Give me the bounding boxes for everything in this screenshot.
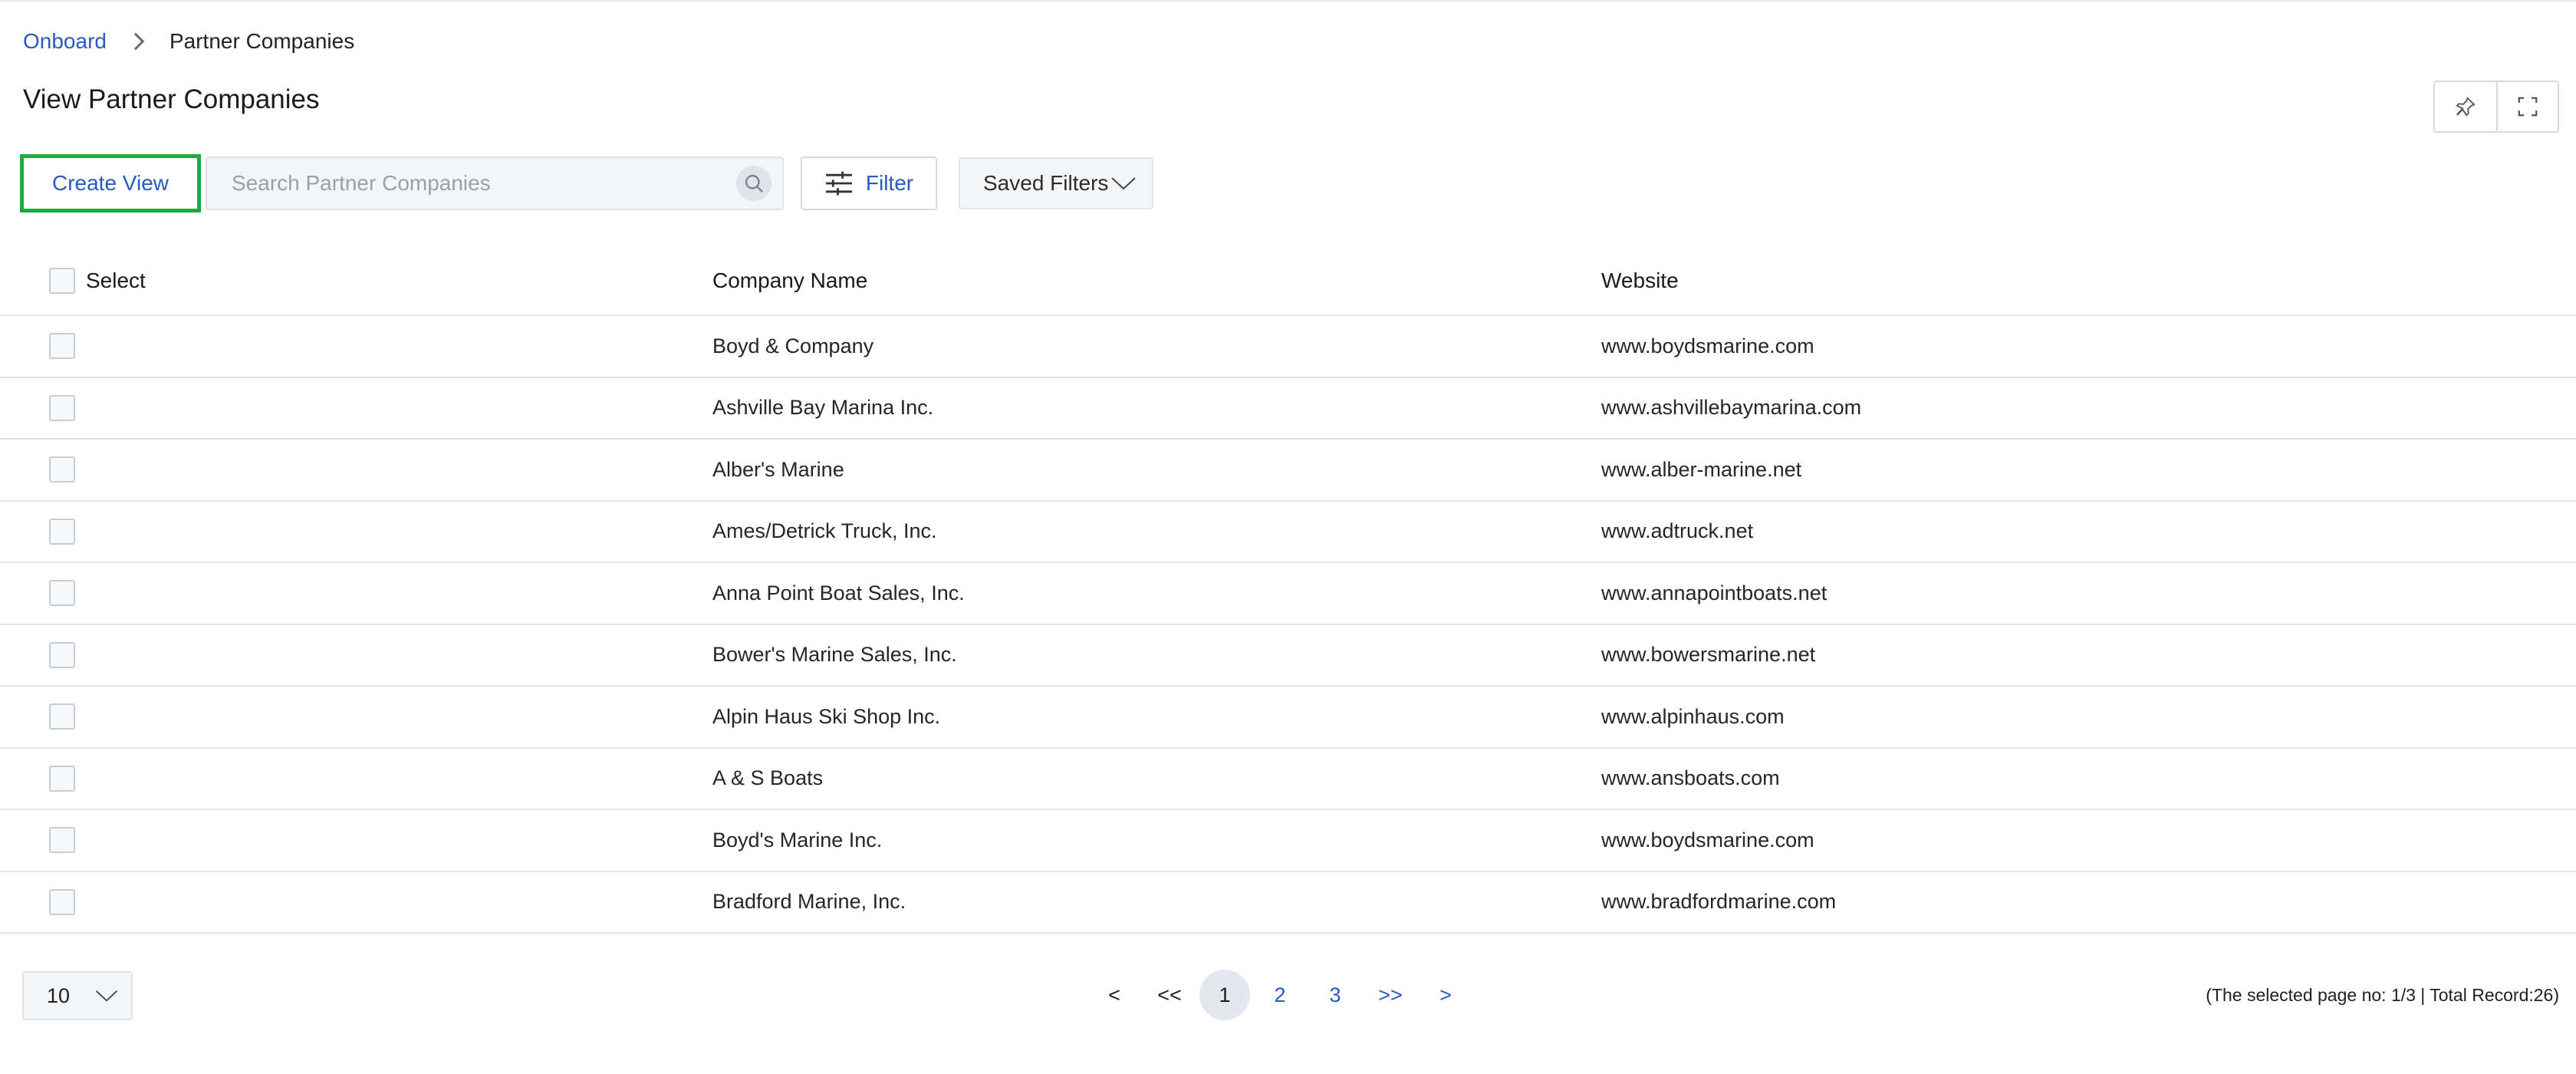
company-name-cell: Bower's Marine Sales, Inc.: [712, 643, 957, 667]
page: Onboard Partner Companies View Partner C…: [0, 0, 2576, 1074]
company-name-column-header[interactable]: Company Name: [712, 268, 867, 293]
sliders-icon: [825, 171, 852, 196]
breadcrumb: Onboard Partner Companies: [23, 26, 354, 57]
saved-filters-dropdown[interactable]: Saved Filters: [959, 157, 1153, 209]
website-cell: www.boydsmarine.com: [1601, 828, 1814, 852]
row-checkbox[interactable]: [49, 518, 75, 545]
company-name-cell: Ames/Detrick Truck, Inc.: [712, 519, 937, 543]
prev-page-button[interactable]: <: [1089, 970, 1140, 1020]
view-options-group: [2433, 81, 2559, 133]
website-cell: www.boydsmarine.com: [1601, 334, 1814, 357]
pin-icon: [2456, 97, 2476, 117]
table-row: Anna Point Boat Sales, Inc. www.annapoin…: [0, 563, 2576, 625]
pagination: < << 1 2 3 >> >: [1089, 968, 1476, 1022]
page-size-select[interactable]: 10: [22, 971, 133, 1020]
table-row: Boyd & Company www.boydsmarine.com: [0, 316, 2576, 378]
company-name-cell: Anna Point Boat Sales, Inc.: [712, 581, 965, 605]
select-all-checkbox[interactable]: [49, 268, 75, 294]
row-checkbox[interactable]: [49, 333, 75, 360]
company-name-cell: Boyd's Marine Inc.: [712, 828, 883, 852]
company-name-cell: Alber's Marine: [712, 457, 844, 481]
page-title: View Partner Companies: [23, 84, 320, 114]
chevron-right-icon: [127, 32, 145, 51]
website-cell: www.annapointboats.net: [1601, 581, 1828, 605]
website-cell: www.alber-marine.net: [1601, 457, 1802, 481]
website-cell: www.bradfordmarine.com: [1601, 890, 1837, 914]
website-cell: www.ansboats.com: [1601, 766, 1780, 790]
select-column-header: Select: [86, 268, 146, 292]
company-name-cell: Boyd & Company: [712, 334, 874, 357]
table-row: Ashville Bay Marina Inc. www.ashvillebay…: [0, 378, 2576, 440]
page-button-2[interactable]: 2: [1255, 970, 1305, 1020]
table-row: Alpin Haus Ski Shop Inc. www.alpinhaus.c…: [0, 687, 2576, 749]
filter-button-label: Filter: [865, 171, 914, 195]
website-cell: www.alpinhaus.com: [1601, 704, 1785, 728]
toolbar: Create View Filter Saved Filter: [20, 154, 1153, 212]
search-button[interactable]: [736, 166, 771, 201]
first-page-button[interactable]: <<: [1144, 970, 1195, 1020]
chevron-down-icon: [95, 990, 118, 1002]
search-box: [206, 156, 784, 210]
select-all-cell: Select: [49, 268, 146, 294]
row-checkbox[interactable]: [49, 888, 75, 915]
table-header-row: Select Company Name Website: [0, 247, 2576, 316]
breadcrumb-current: Partner Companies: [169, 29, 355, 53]
row-checkbox[interactable]: [49, 394, 75, 421]
create-view-button[interactable]: Create View: [20, 154, 201, 212]
filter-button[interactable]: Filter: [801, 156, 937, 210]
row-checkbox[interactable]: [49, 580, 75, 607]
table-row: Ames/Detrick Truck, Inc. www.adtruck.net: [0, 502, 2576, 563]
website-cell: www.bowersmarine.net: [1601, 643, 1816, 667]
website-column-header[interactable]: Website: [1601, 268, 1679, 293]
page-size-value: 10: [47, 983, 71, 1007]
breadcrumb-onboard-link[interactable]: Onboard: [23, 29, 107, 54]
website-cell: www.adtruck.net: [1601, 519, 1754, 543]
table-row: A & S Boats www.ansboats.com: [0, 749, 2576, 810]
pagination-status: (The selected page no: 1/3 | Total Recor…: [2206, 985, 2559, 1005]
table-row: Bradford Marine, Inc. www.bradfordmarine…: [0, 872, 2576, 934]
page-button-1[interactable]: 1: [1199, 970, 1250, 1020]
fullscreen-button[interactable]: [2496, 82, 2558, 131]
company-name-cell: Bradford Marine, Inc.: [712, 890, 906, 914]
saved-filters-label: Saved Filters: [983, 171, 1109, 195]
partner-companies-table: Select Company Name Website Boyd & Compa…: [0, 247, 2576, 934]
fullscreen-icon: [2518, 97, 2538, 117]
next-page-button[interactable]: >: [1420, 970, 1471, 1020]
pin-button[interactable]: [2435, 82, 2496, 131]
company-name-cell: Alpin Haus Ski Shop Inc.: [712, 704, 941, 728]
row-checkbox[interactable]: [49, 827, 75, 854]
website-cell: www.ashvillebaymarina.com: [1601, 396, 1862, 420]
row-checkbox[interactable]: [49, 703, 75, 730]
last-page-button[interactable]: >>: [1365, 970, 1416, 1020]
table-row: Boyd's Marine Inc. www.boydsmarine.com: [0, 810, 2576, 872]
table-row: Bower's Marine Sales, Inc. www.bowersmar…: [0, 625, 2576, 687]
company-name-cell: A & S Boats: [712, 766, 824, 790]
row-checkbox[interactable]: [49, 641, 75, 668]
search-input[interactable]: [230, 170, 690, 196]
chevron-down-icon: [1111, 177, 1136, 190]
row-checkbox[interactable]: [49, 765, 75, 792]
page-button-3[interactable]: 3: [1310, 970, 1360, 1020]
row-checkbox[interactable]: [49, 456, 75, 483]
company-name-cell: Ashville Bay Marina Inc.: [712, 396, 934, 420]
search-icon: [745, 174, 763, 193]
table-row: Alber's Marine www.alber-marine.net: [0, 440, 2576, 502]
